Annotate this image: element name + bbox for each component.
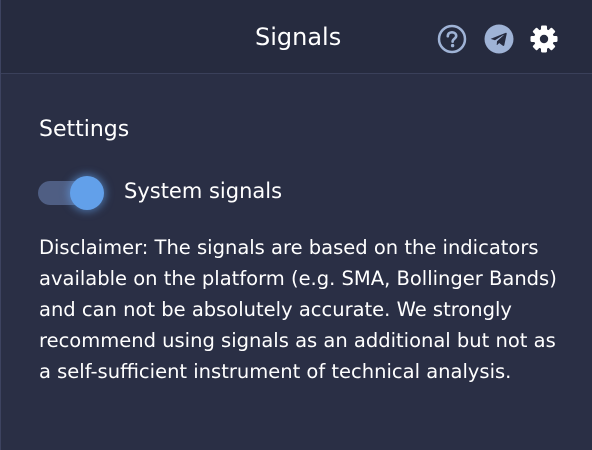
gear-icon[interactable] [529,24,559,54]
settings-title: Settings [39,117,130,142]
signals-panel: Signals Settings System signals Disclaim… [0,0,592,450]
panel-title: Signals [255,23,342,51]
settings-section: Settings System signals Disclaimer: The … [1,74,592,450]
system-signals-label: System signals [124,179,283,203]
help-circle-icon[interactable] [437,24,467,54]
panel-header: Signals [1,0,592,74]
toggle-knob [70,176,104,210]
telegram-icon[interactable] [484,24,514,54]
disclaimer-text: Disclaimer: The signals are based on the… [39,236,557,383]
system-signals-toggle[interactable] [38,176,104,210]
